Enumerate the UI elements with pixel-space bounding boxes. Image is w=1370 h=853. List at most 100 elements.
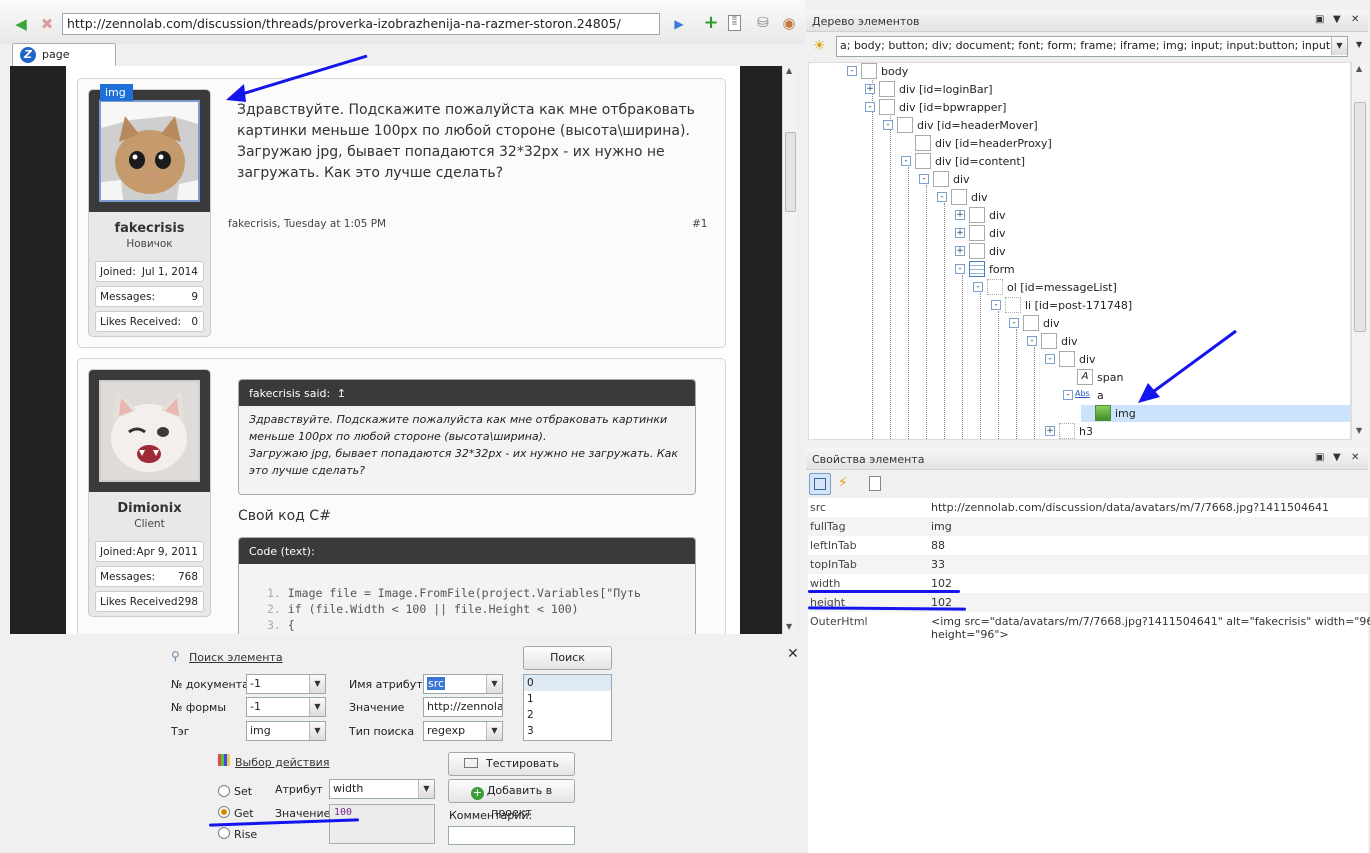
scroll-up-icon[interactable]: ▲: [1356, 64, 1362, 73]
expand-icon[interactable]: +: [1045, 426, 1055, 436]
message-meta[interactable]: fakecrisis, Tuesday at 1:05 PM: [228, 218, 386, 230]
action-attr-select[interactable]: width ▼: [329, 779, 435, 799]
chevron-down-icon[interactable]: ▼: [309, 675, 325, 693]
avatar-image-fakecrisis[interactable]: [99, 100, 200, 202]
pin-icon[interactable]: ▼: [1333, 14, 1341, 25]
collapse-icon[interactable]: -: [847, 66, 857, 76]
action-select-link[interactable]: Выбор действия: [235, 756, 329, 769]
collapse-icon[interactable]: -: [973, 282, 983, 292]
quote-up-arrow-icon[interactable]: ↥: [337, 387, 346, 400]
scroll-down-icon[interactable]: ▼: [1356, 426, 1362, 435]
prop-value[interactable]: img: [931, 520, 952, 533]
expand-icon[interactable]: +: [955, 246, 965, 256]
result-item[interactable]: 3: [524, 723, 611, 739]
add-icon[interactable]: +: [702, 14, 720, 32]
element-tree[interactable]: - body + div [id=loginBar] - div [id=bpwrap…: [808, 62, 1351, 440]
scroll-up-icon[interactable]: ▲: [786, 66, 792, 75]
collapse-icon[interactable]: -: [955, 264, 965, 274]
prop-row-outerhtml[interactable]: OuterHtml <img src="data/avatars/m/7/766…: [808, 612, 1370, 646]
chevron-down-icon[interactable]: ▼: [309, 698, 325, 716]
expand-icon[interactable]: +: [955, 228, 965, 238]
prop-row-leftintab[interactable]: leftInTab 88: [808, 536, 1368, 555]
chevron-down-icon[interactable]: ▼: [309, 722, 325, 740]
add-to-project-button[interactable]: + Добавить в проект: [448, 779, 575, 819]
go-icon[interactable]: ▶: [670, 15, 688, 33]
events-lightning-icon[interactable]: ⚡: [838, 475, 848, 491]
collapse-icon[interactable]: -: [883, 120, 893, 130]
scroll-thumb[interactable]: [785, 132, 796, 212]
value-input[interactable]: http://zennolab: [423, 697, 503, 717]
get-radio[interactable]: [218, 806, 230, 818]
close-panel-icon[interactable]: ✕: [787, 646, 799, 662]
doc-number-select[interactable]: -1 ▼: [246, 674, 326, 694]
collapse-icon[interactable]: -: [1063, 390, 1073, 400]
tag-filter-select[interactable]: a; body; button; div; document; font; fo…: [836, 36, 1348, 57]
results-list[interactable]: 0 1 2 3: [523, 674, 612, 741]
prop-value[interactable]: height="96">: [931, 628, 1009, 641]
page-scrollbar[interactable]: ▲ ▼: [782, 66, 797, 634]
collapse-icon[interactable]: -: [991, 300, 1001, 310]
collapse-icon[interactable]: -: [1045, 354, 1055, 364]
collapse-icon[interactable]: -: [1009, 318, 1019, 328]
post-number[interactable]: #1: [692, 218, 707, 230]
close-icon[interactable]: ✕: [1351, 452, 1359, 463]
chevron-down-icon[interactable]: ▼: [1331, 37, 1347, 55]
collapse-icon[interactable]: -: [937, 192, 947, 202]
prop-row-topintab[interactable]: topInTab 33: [808, 555, 1368, 574]
collapse-icon[interactable]: -: [919, 174, 929, 184]
prop-value[interactable]: 88: [931, 539, 945, 552]
rise-radio[interactable]: [218, 827, 230, 839]
username[interactable]: Dimionix: [89, 501, 210, 516]
cookie-icon[interactable]: ◉: [780, 14, 798, 32]
search-type-select[interactable]: regexp ▼: [423, 721, 503, 741]
result-item[interactable]: 0: [524, 675, 611, 691]
action-value-field[interactable]: 100: [329, 804, 435, 844]
avatar-image-dimionix[interactable]: [99, 380, 200, 482]
tree-node-img-selected[interactable]: img: [1081, 405, 1350, 422]
collapse-icon[interactable]: -: [1027, 336, 1037, 346]
prop-value[interactable]: 33: [931, 558, 945, 571]
chevron-down-icon[interactable]: ▼: [486, 722, 502, 740]
tag-select[interactable]: img ▼: [246, 721, 326, 741]
collapse-icon[interactable]: -: [865, 102, 875, 112]
categorized-view-icon[interactable]: [809, 473, 831, 495]
pin-icon[interactable]: ▼: [1333, 452, 1341, 463]
scroll-thumb[interactable]: [1354, 102, 1366, 332]
chevron-down-icon[interactable]: ▼: [418, 780, 434, 798]
minimize-icon[interactable]: ▣: [1315, 452, 1324, 463]
chevron-down-icon[interactable]: ▼: [486, 675, 502, 693]
prop-row-src[interactable]: src http://zennolab.com/discussion/data/a…: [808, 498, 1368, 517]
node-icon: [1059, 423, 1075, 439]
prop-value[interactable]: 102: [931, 577, 952, 590]
property-pages-icon[interactable]: [869, 476, 881, 491]
stop-icon[interactable]: ✖: [38, 15, 56, 33]
search-button[interactable]: Поиск: [523, 646, 612, 670]
expand-icon[interactable]: +: [865, 84, 875, 94]
set-radio[interactable]: [218, 785, 230, 797]
minimize-icon[interactable]: ▣: [1315, 14, 1324, 25]
comment-input[interactable]: [448, 826, 575, 845]
form-number-select[interactable]: -1 ▼: [246, 697, 326, 717]
prop-row-fulltag[interactable]: fullTag img: [808, 517, 1368, 536]
dropdown-arrow-icon[interactable]: ▼: [1356, 40, 1362, 49]
result-item[interactable]: 2: [524, 707, 611, 723]
back-arrow-icon[interactable]: ◀: [12, 15, 30, 33]
prop-value[interactable]: http://zennolab.com/discussion/data/avat…: [931, 501, 1329, 514]
url-input[interactable]: http://zennolab.com/discussion/threads/p…: [62, 13, 660, 35]
result-item[interactable]: 1: [524, 691, 611, 707]
database-icon[interactable]: ⛁: [754, 14, 772, 32]
tree-scrollbar[interactable]: ▲ ▼: [1351, 62, 1368, 440]
scroll-down-icon[interactable]: ▼: [786, 622, 792, 631]
collapse-icon[interactable]: -: [901, 156, 911, 166]
search-element-link[interactable]: Поиск элемента: [189, 651, 283, 664]
username[interactable]: fakecrisis: [89, 221, 210, 236]
attr-name-select[interactable]: src ▼: [423, 674, 503, 694]
sun-filter-icon[interactable]: ☀: [813, 38, 826, 54]
test-button[interactable]: Тестировать: [448, 752, 575, 776]
tab-page[interactable]: Z page: [12, 43, 116, 66]
close-icon[interactable]: ✕: [1351, 14, 1359, 25]
quote-header[interactable]: fakecrisis said: ↥: [239, 380, 695, 406]
prop-value[interactable]: <img src="data/avatars/m/7/7668.jpg?1411…: [931, 615, 1370, 628]
expand-icon[interactable]: +: [955, 210, 965, 220]
page-icon[interactable]: ≡ ≡: [728, 15, 741, 31]
